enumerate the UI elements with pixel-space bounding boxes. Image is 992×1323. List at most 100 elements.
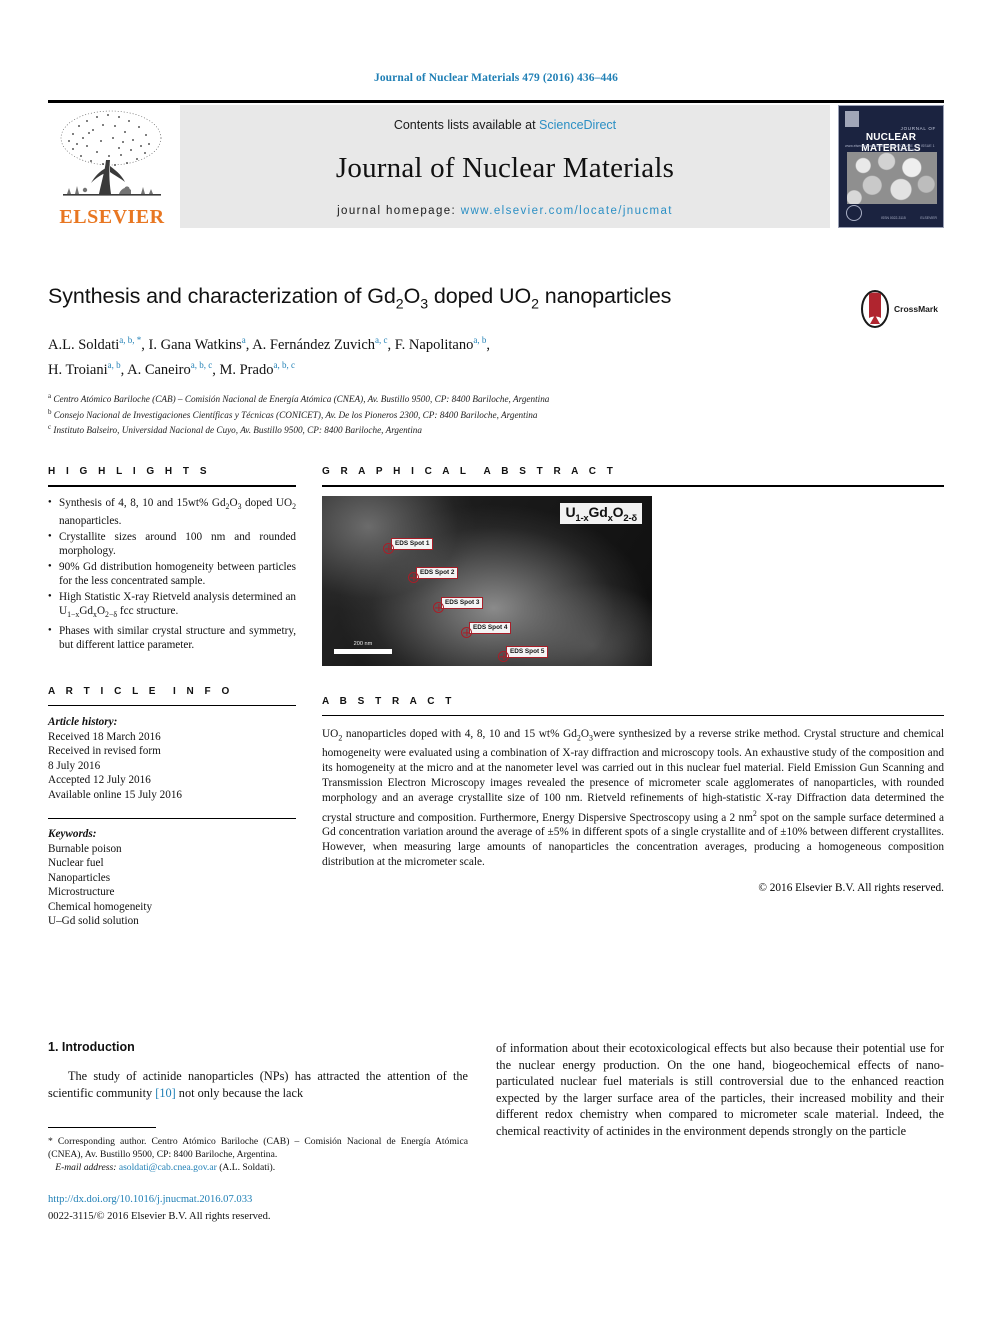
cover-metadata: www.elsevier.com/locate/jnucmat VOLUME 4… <box>845 144 937 152</box>
cover-left-meta: www.elsevier.com/locate/jnucmat <box>845 144 898 148</box>
journal-masthead: ELSEVIER Contents lists available at Sci… <box>48 100 944 228</box>
eds-spot-marker: EDS Spot 3 <box>433 596 484 619</box>
highlights-rule <box>48 485 296 487</box>
cover-journal-of-label: JOURNAL OF <box>900 126 936 131</box>
keywords-block: Keywords: Burnable poison Nuclear fuel N… <box>48 827 296 929</box>
cover-elsevier-mark-icon <box>845 111 859 127</box>
keyword-item: Chemical homogeneity <box>48 900 153 913</box>
eds-spot-marker: EDS Spot 5 <box>498 645 549 666</box>
author-name[interactable]: I. Gana Watkins <box>149 337 242 353</box>
affiliation-text: Consejo Nacional de Investigaciones Cien… <box>53 409 538 420</box>
keyword-item: Burnable poison <box>48 842 122 855</box>
keyword-item: Nuclear fuel <box>48 857 104 870</box>
running-head: Journal of Nuclear Materials 479 (2016) … <box>373 72 619 84</box>
abstract-text: UO2 nanoparticles doped with 4, 8, 10 an… <box>322 728 944 869</box>
intro-text-b: not only because the lack <box>175 1085 304 1100</box>
cover-issn: ISSN 0022-3115 <box>881 216 906 220</box>
crosshair-icon <box>498 651 509 662</box>
affiliation-mark: c <box>48 423 52 432</box>
abstract-rule <box>322 714 944 716</box>
footnote-divider <box>48 1127 156 1128</box>
author-name[interactable]: F. Napolitano <box>395 337 474 353</box>
introduction-right-column: of information about their ecotoxicologi… <box>496 1040 944 1139</box>
scale-bar-label: 200 nm <box>353 641 373 647</box>
email-address-label: E-mail address: <box>55 1162 117 1173</box>
citation-link[interactable]: [10] <box>155 1086 176 1100</box>
homepage-url-link[interactable]: www.elsevier.com/locate/jnucmat <box>461 205 673 217</box>
author-affiliation-marks: a <box>241 335 246 346</box>
affiliation-item: b Consejo Nacional de Investigaciones Ci… <box>48 406 944 422</box>
affiliation-mark: b <box>48 407 52 416</box>
email-link[interactable]: asoldati@cab.cnea.gov.ar <box>119 1162 217 1173</box>
journal-cover-thumbnail: JOURNAL OF NUCLEAR MATERIALS www.elsevie… <box>838 105 944 228</box>
contents-available-line: Contents lists available at ScienceDirec… <box>394 118 616 132</box>
author-name[interactable]: A. Fernández Zuvich <box>252 337 375 353</box>
footer-block: http://dx.doi.org/10.1016/j.jnucmat.2016… <box>48 1194 468 1224</box>
elsevier-tree-icon <box>53 108 171 206</box>
eds-spot-label: EDS Spot 4 <box>469 621 512 634</box>
article-history-label: Article history: <box>48 716 118 729</box>
graphical-abstract-rule <box>322 485 944 487</box>
compound-formula-label: U1-xGdxO2-δ <box>560 502 642 525</box>
crosshair-icon <box>408 572 419 583</box>
keyword-item: U–Gd solid solution <box>48 915 139 928</box>
crossmark-badge[interactable]: CrossMark <box>860 288 942 330</box>
crosshair-icon <box>433 602 444 613</box>
doi-link[interactable]: http://dx.doi.org/10.1016/j.jnucmat.2016… <box>48 1194 468 1205</box>
section-heading-introduction: 1. Introduction <box>48 1040 135 1054</box>
keywords-label: Keywords: <box>48 828 97 841</box>
author-name[interactable]: A. Caneiro <box>127 362 191 378</box>
eds-spot-label: EDS Spot 1 <box>391 537 434 550</box>
author-list: A.L. Soldatia, b, *, I. Gana Watkinsa, A… <box>48 335 490 378</box>
affiliation-list: a Centro Atómico Bariloche (CAB) – Comis… <box>48 390 944 437</box>
author-name[interactable]: H. Troiani <box>48 362 108 378</box>
keyword-item: Nanoparticles <box>48 871 111 884</box>
keywords-list: Burnable poison Nuclear fuel Nanoparticl… <box>48 842 296 929</box>
eds-spot-label: EDS Spot 3 <box>441 596 484 609</box>
title-block: Synthesis and characterization of Gd2O3 … <box>48 282 944 437</box>
author-affiliation-marks: a, b, c <box>273 360 295 371</box>
highlights-list: Synthesis of 4, 8, 10 and 15wt% Gd2O3 do… <box>48 494 296 653</box>
highlights-heading: H I G H L I G H T S <box>48 466 211 477</box>
eds-spot-marker: EDS Spot 1 <box>383 537 434 560</box>
issn-copyright-line: 0022-3115/© 2016 Elsevier B.V. All right… <box>48 1211 271 1222</box>
scale-bar: 200 nm <box>334 641 392 654</box>
graphical-abstract-figure: U1-xGdxO2-δ EDS Spot 1 EDS Spot 2 EDS Sp… <box>322 495 652 666</box>
author-name[interactable]: M. Prado <box>219 362 273 378</box>
elsevier-logo: ELSEVIER <box>48 105 176 228</box>
page-title: Synthesis and characterization of Gd2O3 … <box>48 284 672 313</box>
affiliation-text: Centro Atómico Bariloche (CAB) – Comisió… <box>53 394 550 405</box>
journal-homepage-line: journal homepage: www.elsevier.com/locat… <box>337 205 673 217</box>
eds-spot-marker: EDS Spot 2 <box>408 566 459 589</box>
eds-spot-label: EDS Spot 5 <box>506 645 549 658</box>
author-affiliation-marks: a, b, * <box>119 335 142 346</box>
crossmark-icon <box>860 290 890 328</box>
crosshair-icon <box>383 543 394 554</box>
history-item: 8 July 2016 <box>48 759 101 772</box>
author-name[interactable]: A.L. Soldati <box>48 337 119 353</box>
elsevier-wordmark: ELSEVIER <box>59 206 165 228</box>
homepage-prefix: journal homepage: <box>337 205 461 217</box>
affiliation-item: c Instituto Balseiro, Universidad Nacion… <box>48 421 944 437</box>
corresponding-author-text: * Corresponding author. Centro Atómico B… <box>48 1136 468 1160</box>
eds-spot-marker: EDS Spot 4 <box>461 621 512 644</box>
affiliation-item: a Centro Atómico Bariloche (CAB) – Comis… <box>48 390 944 406</box>
history-item: Accepted 12 July 2016 <box>48 774 151 787</box>
introduction-left-column: 1. Introduction The study of actinide na… <box>48 1040 468 1224</box>
keywords-divider <box>48 818 296 820</box>
eds-spot-label: EDS Spot 2 <box>416 566 459 579</box>
sciencedirect-link[interactable]: ScienceDirect <box>539 118 616 132</box>
cover-right-meta: VOLUME 479 ISSUE 1 JULY 2016 <box>897 144 935 152</box>
cover-micrograph-image <box>847 152 937 204</box>
keyword-item: Microstructure <box>48 886 115 899</box>
article-history-block: Article history: Received 18 March 2016 … <box>48 715 296 802</box>
sem-micrograph-image: U1-xGdxO2-δ EDS Spot 1 EDS Spot 2 EDS Sp… <box>322 495 652 666</box>
list-item: Crystallite sizes around 100 nm and roun… <box>48 529 296 559</box>
affiliation-mark: a <box>48 391 52 400</box>
article-info-rule <box>48 704 296 707</box>
list-item: Phases with similar crystal structure an… <box>48 623 296 653</box>
author-affiliation-marks: a, b <box>473 335 487 346</box>
contents-prefix: Contents lists available at <box>393 118 540 132</box>
graphical-abstract-heading: G R A P H I C A L A B S T R A C T <box>322 466 617 477</box>
list-item: Synthesis of 4, 8, 10 and 15wt% Gd2O3 do… <box>48 494 296 529</box>
